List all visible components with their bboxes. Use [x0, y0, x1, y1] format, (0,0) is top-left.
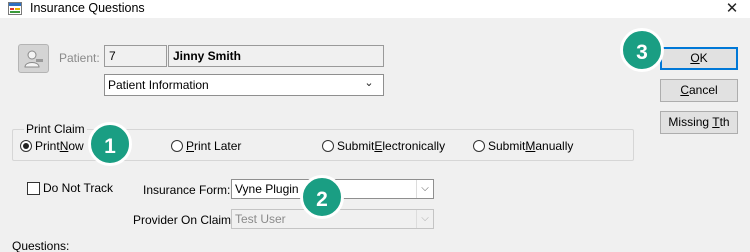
patient-label: Patient: [59, 51, 100, 65]
provider-on-claim-value: Test User [235, 212, 286, 226]
callout-badge-3: 3 [620, 28, 664, 72]
radio-button[interactable] [473, 140, 485, 152]
patient-name-field: Jinny Smith [168, 45, 384, 67]
radio-print-now[interactable]: Print Now [20, 139, 84, 153]
patient-info-value: Patient Information [108, 78, 209, 92]
title-bar: Insurance Questions ✕ [0, 0, 750, 18]
radio-print-later[interactable]: Print Later [171, 139, 241, 153]
checkbox-box[interactable] [27, 181, 40, 195]
close-icon[interactable]: ✕ [714, 0, 750, 18]
callout-badge-1: 1 [88, 122, 132, 166]
radio-button-selected[interactable] [20, 140, 32, 152]
patient-select-icon[interactable] [18, 44, 49, 73]
ok-button[interactable]: OK [660, 47, 738, 70]
radio-submit-electronically[interactable]: Submit Electronically [322, 139, 445, 153]
questions-label: Questions: [12, 239, 70, 252]
radio-button[interactable] [171, 140, 183, 152]
chevron-down-icon[interactable]: ⌄ [355, 75, 383, 95]
callout-badge-2: 2 [300, 175, 344, 219]
print-claim-caption: Print Claim [24, 122, 87, 136]
patient-number-field: 7 [104, 45, 167, 67]
window-title: Insurance Questions [30, 1, 145, 15]
insurance-form-label: Insurance Form: [143, 183, 231, 197]
insurance-form-value: Vyne Plugin [235, 182, 299, 196]
form-icon [8, 2, 22, 15]
do-not-track-checkbox[interactable]: Do Not Track [27, 181, 113, 195]
chevron-down-icon[interactable]: ⌵ [416, 180, 433, 198]
chevron-down-icon[interactable]: ⌵ [416, 210, 433, 228]
provider-on-claim-label: Provider On Claim: [133, 213, 235, 227]
do-not-track-label: Do Not Track [43, 181, 114, 195]
patient-info-select[interactable]: Patient Information ⌄ [104, 74, 384, 96]
cancel-button[interactable]: Cancel [660, 79, 738, 102]
missing-teeth-button[interactable]: Missing Tth [660, 111, 738, 134]
radio-submit-manually[interactable]: Submit Manually [473, 139, 573, 153]
radio-button[interactable] [322, 140, 334, 152]
